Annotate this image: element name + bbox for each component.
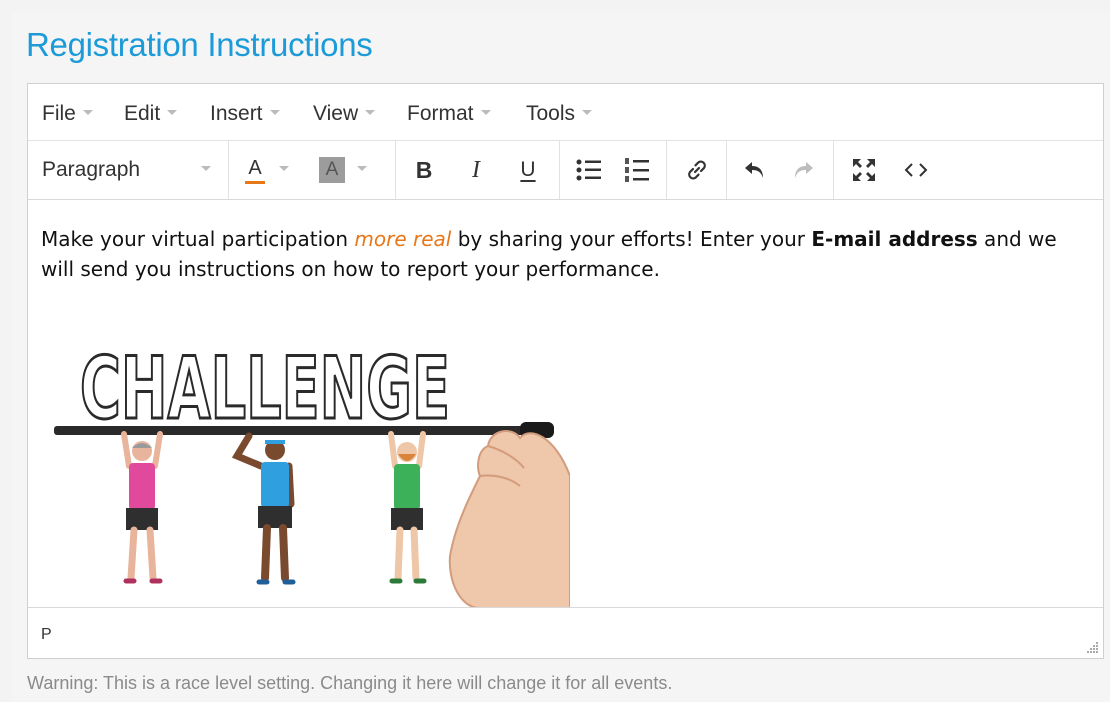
instructions-emphasis: more real [354, 227, 452, 251]
link-icon [688, 160, 706, 180]
athlete-3 [388, 431, 427, 584]
text-color-swatch [245, 181, 265, 184]
text-color-icon: A [241, 155, 269, 185]
fullscreen-icon [853, 159, 875, 181]
menu-edit-label: Edit [124, 102, 161, 125]
instructions-paragraph: Make your virtual participation more rea… [41, 224, 1081, 284]
text-color-button[interactable]: A [241, 151, 307, 189]
color-group: A A [229, 141, 396, 199]
menu-format-label: Format [407, 102, 474, 125]
chevron-down-icon [480, 109, 491, 115]
italic-icon: I [472, 156, 480, 183]
resize-handle-icon[interactable] [1085, 640, 1099, 654]
menu-view-label: View [313, 102, 359, 125]
menu-file[interactable]: File [42, 102, 93, 126]
bullet-list-button[interactable] [568, 151, 610, 189]
instructions-text: by sharing your efforts! Enter your [451, 227, 812, 251]
hand-with-marker [448, 422, 570, 607]
menu-tools-label: Tools [526, 102, 576, 125]
menu-insert-label: Insert [210, 102, 263, 125]
block-format-value: Paragraph [42, 158, 141, 181]
block-format-group: Paragraph [28, 141, 229, 199]
menu-insert[interactable]: Insert [210, 102, 280, 126]
bold-icon: B [415, 156, 433, 183]
chevron-down-icon [365, 109, 376, 115]
italic-button[interactable]: I [456, 151, 496, 189]
link-button[interactable] [676, 151, 718, 189]
block-format-select[interactable]: Paragraph [42, 151, 217, 189]
background-color-button[interactable]: A [319, 151, 385, 189]
editor-content-area[interactable]: Make your virtual participation more rea… [28, 200, 1103, 608]
chevron-down-icon [582, 109, 593, 115]
bold-button[interactable]: B [404, 151, 444, 189]
history-group [727, 141, 834, 199]
list-group [560, 141, 667, 199]
undo-icon [745, 162, 763, 178]
underline-icon: U [520, 158, 536, 181]
menu-edit[interactable]: Edit [124, 102, 178, 126]
challenge-word: CHALLENGE [80, 339, 450, 439]
chevron-down-icon [167, 109, 178, 115]
menu-format[interactable]: Format [407, 102, 491, 126]
background-color-icon: A [319, 157, 345, 183]
instructions-text: Make your virtual participation [41, 227, 355, 251]
redo-button[interactable] [783, 151, 823, 189]
chevron-down-icon [357, 165, 367, 171]
barbell [54, 426, 544, 435]
source-code-button[interactable] [894, 151, 938, 189]
chevron-down-icon [279, 165, 289, 171]
athlete-3-shirt [394, 464, 420, 510]
menu-view[interactable]: View [313, 102, 376, 126]
redo-icon [795, 162, 813, 178]
athlete-1-shirt [129, 463, 155, 510]
element-path[interactable]: P [41, 626, 52, 644]
undo-button[interactable] [735, 151, 775, 189]
race-level-warning: Warning: This is a race level setting. C… [27, 673, 673, 693]
link-group [667, 141, 727, 199]
bullet-list-icon [576, 159, 601, 181]
menu-tools[interactable]: Tools [526, 102, 593, 126]
background-color-glyph: A [325, 159, 339, 180]
editor-statusbar: P [28, 608, 1103, 658]
numbered-list-button[interactable] [616, 151, 658, 189]
numbered-list-icon [625, 158, 649, 182]
chevron-down-icon [201, 165, 211, 171]
chevron-down-icon [269, 109, 280, 115]
athlete-2-shirt [261, 462, 289, 508]
fullscreen-button[interactable] [842, 151, 886, 189]
source-code-icon [904, 163, 928, 177]
editor-toolbar: Paragraph A A B I U [28, 141, 1103, 200]
athlete-2 [231, 432, 296, 585]
underline-button[interactable]: U [508, 151, 548, 189]
rich-text-editor: File Edit Insert View Format Tools Parag… [27, 83, 1104, 659]
chevron-down-icon [82, 109, 93, 115]
editor-menubar: File Edit Insert View Format Tools [28, 84, 1103, 141]
instructions-strong: E-mail address [811, 227, 978, 251]
athlete-1 [121, 431, 163, 584]
section-title: Registration Instructions [26, 26, 373, 63]
text-style-group: B I U [396, 141, 560, 199]
menu-file-label: File [42, 102, 76, 125]
challenge-image: CHALLENGE [54, 338, 570, 607]
text-color-glyph: A [248, 157, 262, 179]
